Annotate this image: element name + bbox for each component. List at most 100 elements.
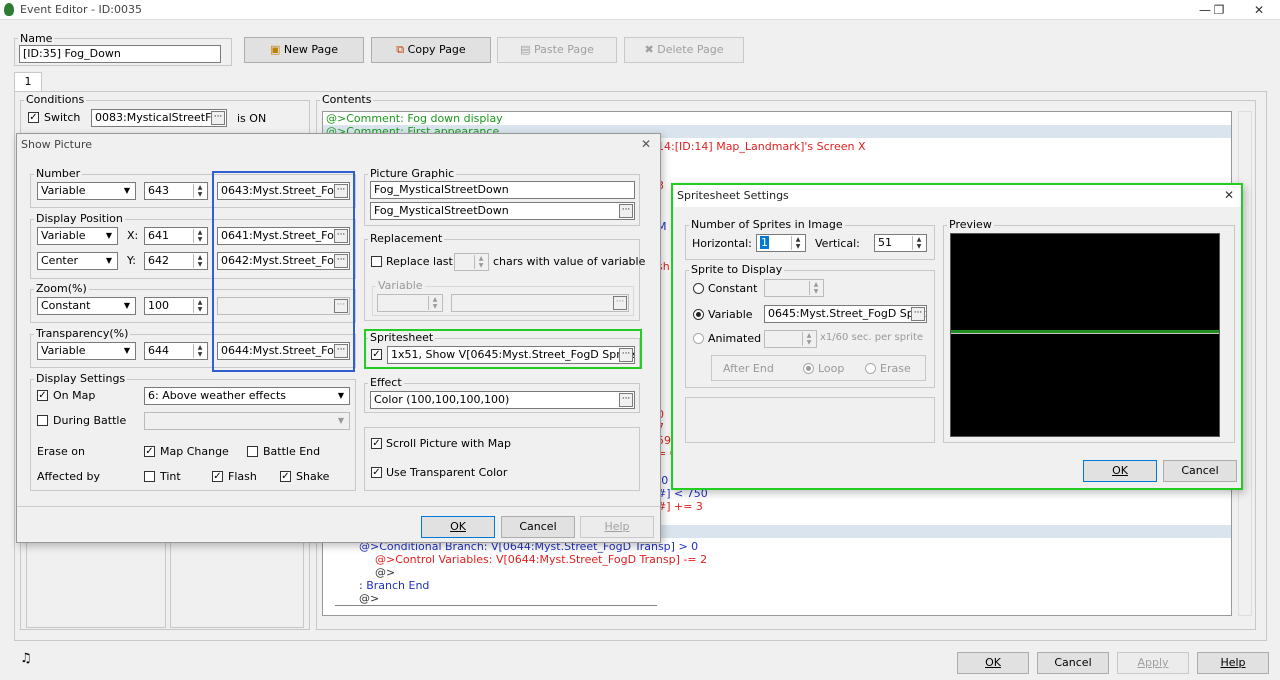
spritesheet-ok-button[interactable]: OK [1083, 460, 1157, 482]
battle-end-checkbox[interactable] [247, 446, 258, 457]
transparency-mode-select[interactable]: Variable ▼ [37, 342, 136, 360]
help-button[interactable]: Help [1197, 652, 1269, 674]
show-picture-cancel-button[interactable]: Cancel [501, 516, 575, 538]
scroll-with-map-checkbox[interactable]: ✓ [371, 438, 382, 449]
switch-checkbox[interactable]: ✓ [28, 112, 39, 123]
animated-radio[interactable] [693, 333, 704, 344]
show-picture-dialog: Show Picture ✕ Number Variable ▼ 643 ▲ ▼ 06… [16, 133, 661, 543]
tint-label: Tint [160, 470, 181, 483]
effect-browse-button[interactable]: ··· [619, 393, 633, 407]
shake-checkbox[interactable]: ✓ [280, 471, 291, 482]
switch-field[interactable]: 0083:MysticalStreetFog ··· [91, 109, 227, 127]
list-item[interactable]: @>Comment: Fog down display [323, 112, 1231, 125]
delete-page-button[interactable]: ✖ Delete Page [624, 37, 744, 63]
close-icon[interactable]: ✕ [1224, 188, 1234, 202]
spin-icon[interactable]: ▲ ▼ [791, 236, 804, 250]
app-icon [4, 3, 14, 16]
show-picture-ok-button[interactable]: OK [421, 516, 495, 538]
zoom-value-spin[interactable]: 100 ▲ ▼ [144, 297, 208, 315]
list-item[interactable]: #] += 3 [657, 500, 703, 513]
music-icon[interactable]: ♫ [20, 651, 32, 666]
switch-label: Switch [44, 111, 81, 124]
paste-page-button[interactable]: ▤ Paste Page [497, 37, 617, 63]
battle-end-label: Battle End [263, 445, 321, 458]
list-item[interactable]: : Branch End [359, 579, 429, 592]
list-item[interactable]: @> [359, 592, 379, 605]
spin-icon[interactable]: ▲ ▼ [193, 344, 206, 358]
sprite-to-display-label: Sprite to Display [689, 263, 785, 276]
spin-icon[interactable]: ▲ ▼ [809, 281, 822, 295]
replace-browse-button[interactable]: ··· [613, 296, 627, 310]
spin-icon[interactable]: ▲ ▼ [912, 236, 925, 250]
conditions-lower-right [170, 540, 304, 628]
vertical-spin[interactable]: 51 ▲ ▼ [874, 234, 927, 252]
map-change-checkbox[interactable]: ✓ [144, 446, 155, 457]
replace-variable-field[interactable]: ··· [451, 294, 629, 312]
spin-icon[interactable]: ▲ ▼ [474, 255, 487, 269]
constant-spin[interactable]: ▲ ▼ [764, 279, 824, 297]
flash-checkbox[interactable]: ✓ [212, 471, 223, 482]
ok-button[interactable]: OK [957, 652, 1029, 674]
apply-button[interactable]: Apply [1117, 652, 1189, 674]
close-icon[interactable]: ✕ [641, 137, 651, 151]
show-picture-help-button[interactable]: Help [580, 516, 654, 538]
constant-radio[interactable] [693, 283, 704, 294]
map-change-label: Map Change [160, 445, 229, 458]
loop-radio[interactable] [803, 363, 814, 374]
origin-select[interactable]: Center ▼ [37, 252, 118, 270]
x-value-spin[interactable]: 641 ▲ ▼ [144, 227, 208, 245]
spin-icon[interactable]: ▲ ▼ [193, 184, 206, 198]
spritesheet-cancel-button[interactable]: Cancel [1163, 460, 1237, 482]
chevron-down-icon: ▼ [102, 229, 116, 243]
tab-page-1[interactable]: 1 [14, 72, 42, 92]
new-page-button[interactable]: ▣ New Page [244, 37, 364, 63]
spin-icon[interactable]: ▲ ▼ [193, 229, 206, 243]
replace-count-spin[interactable]: ▲ ▼ [454, 253, 489, 271]
restore-icon[interactable]: ❐ [1204, 1, 1234, 19]
picture-file-field[interactable]: Fog_MysticalStreetDown ··· [370, 202, 635, 220]
list-item[interactable]: @> [375, 566, 395, 579]
layer-select[interactable]: 6: Above weather effects ▼ [144, 387, 350, 405]
during-battle-checkbox[interactable] [37, 415, 48, 426]
zoom-mode-select[interactable]: Constant ▼ [37, 297, 136, 315]
name-label: Name [18, 32, 55, 45]
event-name-input[interactable]: [ID:35] Fog_Down [19, 45, 221, 63]
erase-radio[interactable] [865, 363, 876, 374]
replace-last-checkbox[interactable] [371, 256, 382, 267]
replace-variable-spin[interactable]: ▲ ▼ [377, 294, 443, 312]
delete-page-icon: ✖ [644, 43, 654, 56]
transparency-value-spin[interactable]: 644 ▲ ▼ [144, 342, 208, 360]
y-value-spin[interactable]: 642 ▲ ▼ [144, 252, 208, 270]
on-map-checkbox[interactable]: ✓ [37, 390, 48, 401]
position-mode-select[interactable]: Variable ▼ [37, 227, 118, 245]
number-mode-select[interactable]: Variable ▼ [37, 182, 136, 200]
spin-icon[interactable]: ▲ ▼ [193, 299, 206, 313]
spin-icon[interactable]: ▲ ▼ [193, 254, 206, 268]
cancel-button[interactable]: Cancel [1037, 652, 1109, 674]
tint-checkbox[interactable] [144, 471, 155, 482]
picture-browse-button[interactable]: ··· [619, 204, 633, 218]
sprite-variable-field[interactable]: 0645:Myst.Street_FogD Sprite ··· [764, 305, 927, 323]
animated-spin[interactable]: ▲ ▼ [764, 330, 817, 348]
num-sprites-label: Number of Sprites in Image [689, 218, 845, 231]
switch-browse-button[interactable]: ··· [211, 111, 225, 125]
chevron-down-icon: ▼ [120, 299, 134, 313]
transparent-color-checkbox[interactable]: ✓ [371, 467, 382, 478]
picture-name-field[interactable]: Fog_MysticalStreetDown [370, 181, 635, 199]
copy-page-button[interactable]: ⧉ Copy Page [371, 37, 491, 63]
number-value-spin[interactable]: 643 ▲ ▼ [144, 182, 208, 200]
spin-icon[interactable]: ▲ ▼ [428, 296, 441, 310]
effect-field[interactable]: Color (100,100,100,100) ··· [370, 391, 635, 409]
spin-icon[interactable]: ▲ ▼ [802, 332, 815, 346]
list-item[interactable]: @>Control Variables: V[0644:Myst.Street_… [375, 553, 707, 566]
sprite-variable-browse-button[interactable]: ··· [911, 307, 925, 321]
horizontal-spin[interactable]: 1 ▲ ▼ [756, 234, 806, 252]
list-item[interactable]: 14:[ID:14] Map_Landmark]'s Screen X [657, 140, 865, 153]
vertical-label: Vertical: [815, 237, 860, 250]
battle-layer-select[interactable]: ▼ [144, 412, 350, 430]
spritesheet-settings-title: Spritesheet Settings [673, 185, 1241, 207]
close-icon[interactable]: ✕ [1244, 1, 1274, 19]
variable-radio[interactable] [693, 309, 704, 320]
contents-label: Contents [320, 93, 374, 106]
transparent-color-label: Use Transparent Color [386, 466, 508, 479]
